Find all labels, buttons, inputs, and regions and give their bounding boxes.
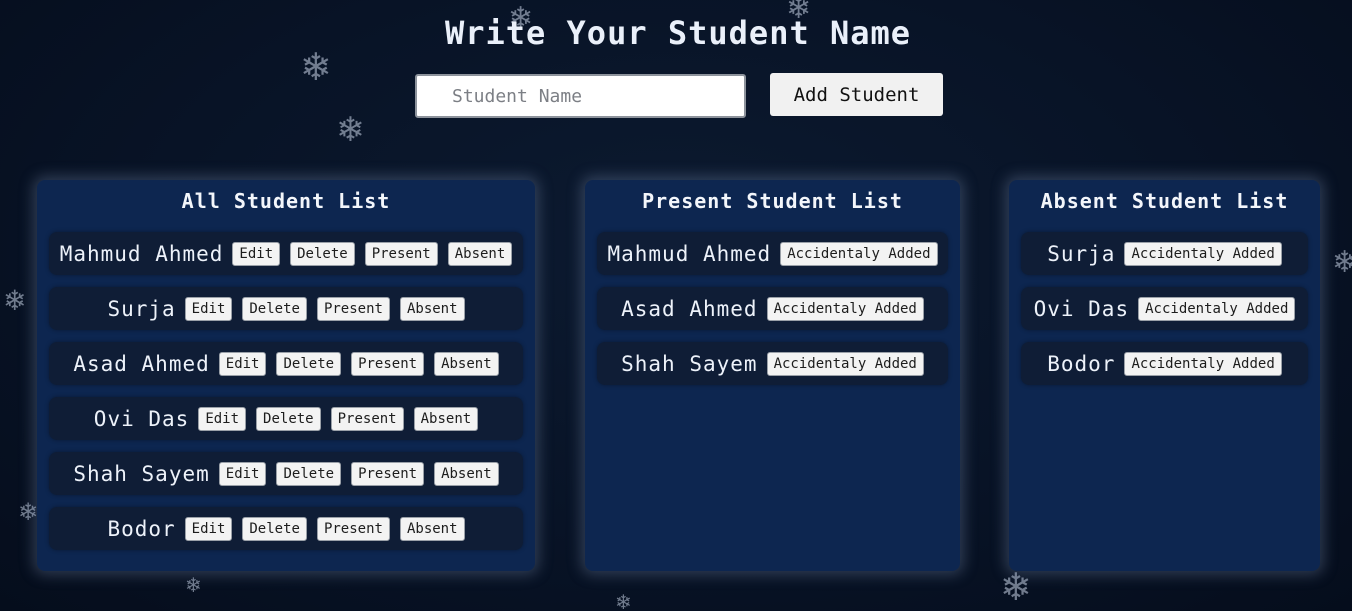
absent-button[interactable]: Absent <box>434 461 499 486</box>
student-name: Bodor <box>1047 351 1116 376</box>
all-student-panel: All Student List Mahmud Ahmed Edit Delet… <box>37 180 535 571</box>
accidentally-added-button[interactable]: Accidentaly Added <box>1138 296 1296 321</box>
accidentally-added-button[interactable]: Accidentaly Added <box>780 241 938 266</box>
student-row: Asad Ahmed Edit Delete Present Absent <box>49 342 523 385</box>
delete-button[interactable]: Delete <box>290 241 355 266</box>
student-name: Shah Sayem <box>621 351 758 376</box>
all-student-list-title: All Student List <box>181 189 391 213</box>
student-row: Shah Sayem Accidentaly Added <box>597 342 948 385</box>
absent-button[interactable]: Absent <box>399 516 465 541</box>
edit-button[interactable]: Edit <box>232 241 281 266</box>
edit-button[interactable]: Edit <box>198 406 247 431</box>
student-row: Surja Accidentaly Added <box>1021 232 1308 275</box>
edit-button[interactable]: Edit <box>184 516 233 541</box>
all-student-list: Mahmud Ahmed Edit Delete Present Absent … <box>49 232 523 562</box>
delete-button[interactable]: Delete <box>242 516 307 541</box>
student-name: Ovi Das <box>93 406 190 431</box>
delete-button[interactable]: Delete <box>276 461 342 486</box>
absent-student-panel: Absent Student List Surja Accidentaly Ad… <box>1009 180 1320 571</box>
present-student-list: Mahmud Ahmed Accidentaly Added Asad Ahme… <box>597 232 948 397</box>
student-row: Mahmud Ahmed Accidentaly Added <box>597 232 948 275</box>
delete-button[interactable]: Delete <box>242 296 307 321</box>
absent-student-list-title: Absent Student List <box>1040 189 1289 213</box>
delete-button[interactable]: Delete <box>276 351 342 376</box>
student-name: Surja <box>107 296 176 321</box>
snowflake-icon: ❄ <box>1000 565 1032 609</box>
present-button[interactable]: Present <box>316 516 390 541</box>
present-button[interactable]: Present <box>351 461 425 486</box>
snowflake-icon: ❄ <box>1332 245 1352 280</box>
edit-button[interactable]: Edit <box>184 296 233 321</box>
student-name: Mahmud Ahmed <box>59 241 224 266</box>
present-button[interactable]: Present <box>364 241 438 266</box>
snowflake-icon: ❄ <box>300 45 332 89</box>
page-title: Write Your Student Name <box>444 14 912 52</box>
student-name: Shah Sayem <box>73 461 210 486</box>
student-row: Surja Edit Delete Present Absent <box>49 287 523 330</box>
absent-button[interactable]: Absent <box>413 406 479 431</box>
accidentally-added-button[interactable]: Accidentaly Added <box>766 351 924 376</box>
snowflake-icon: ❄ <box>615 590 632 611</box>
absent-student-list: Surja Accidentaly Added Ovi Das Accident… <box>1021 232 1308 397</box>
student-name: Ovi Das <box>1033 296 1130 321</box>
snowflake-icon: ❄ <box>3 284 27 317</box>
student-row: Bodor Accidentaly Added <box>1021 342 1308 385</box>
edit-button[interactable]: Edit <box>218 461 267 486</box>
student-name: Mahmud Ahmed <box>607 241 772 266</box>
present-student-list-title: Present Student List <box>642 189 903 213</box>
edit-button[interactable]: Edit <box>218 351 267 376</box>
accidentally-added-button[interactable]: Accidentaly Added <box>1124 351 1282 376</box>
student-row: Shah Sayem Edit Delete Present Absent <box>49 452 523 495</box>
present-student-panel: Present Student List Mahmud Ahmed Accide… <box>585 180 960 571</box>
student-name: Asad Ahmed <box>73 351 210 376</box>
student-name-input[interactable] <box>415 74 746 118</box>
absent-button[interactable]: Absent <box>434 351 499 376</box>
student-name: Asad Ahmed <box>621 296 758 321</box>
student-name: Bodor <box>107 516 176 541</box>
snowflake-icon: ❄ <box>18 498 39 526</box>
student-row: Asad Ahmed Accidentaly Added <box>597 287 948 330</box>
accidentally-added-button[interactable]: Accidentaly Added <box>766 296 924 321</box>
student-row: Mahmud Ahmed Edit Delete Present Absent <box>49 232 523 275</box>
present-button[interactable]: Present <box>351 351 425 376</box>
delete-button[interactable]: Delete <box>256 406 321 431</box>
snowflake-icon: ❄ <box>336 110 365 150</box>
snowflake-icon: ❄ <box>185 573 202 597</box>
present-button[interactable]: Present <box>330 406 404 431</box>
student-row: Ovi Das Edit Delete Present Absent <box>49 397 523 440</box>
absent-button[interactable]: Absent <box>399 296 465 321</box>
present-button[interactable]: Present <box>316 296 390 321</box>
accidentally-added-button[interactable]: Accidentaly Added <box>1124 241 1282 266</box>
student-row: Ovi Das Accidentaly Added <box>1021 287 1308 330</box>
add-student-button[interactable]: Add Student <box>770 73 943 116</box>
student-name: Surja <box>1047 241 1116 266</box>
absent-button[interactable]: Absent <box>447 241 513 266</box>
student-row: Bodor Edit Delete Present Absent <box>49 507 523 550</box>
